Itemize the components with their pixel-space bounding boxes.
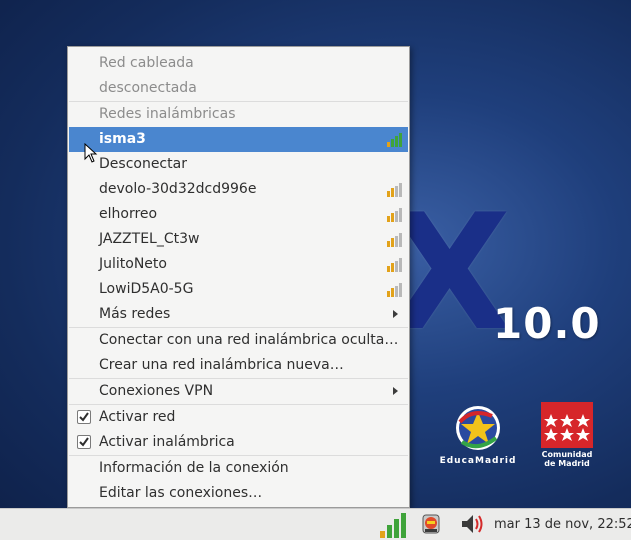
menu-item-label: Activar inalámbrica	[99, 434, 235, 450]
checkbox-checked-icon[interactable]	[77, 435, 91, 449]
connect-hidden-network-item[interactable]: Conectar con una red inalámbrica oculta…	[69, 328, 408, 353]
network-menu: Red cableada desconectada Redes inalámbr…	[67, 46, 410, 508]
signal-full-icon	[387, 133, 402, 147]
submenu-arrow-icon	[393, 387, 398, 395]
menu-item-label: desconectada	[99, 80, 197, 96]
menu-item-label: JAZZTEL_Ct3w	[99, 231, 200, 247]
menu-item-label: devolo-30d32dcd996e	[99, 181, 257, 197]
signal-low-icon	[387, 208, 402, 222]
menu-header-wireless: Redes inalámbricas	[69, 102, 408, 127]
menu-item-label: Editar las conexiones…	[99, 485, 263, 501]
menu-item-label: isma3	[99, 131, 146, 147]
connection-info-item[interactable]: Información de la conexión	[69, 456, 408, 481]
clock[interactable]: mar 13 de nov, 22:52	[494, 509, 631, 540]
menu-item-label: Desconectar	[99, 156, 187, 172]
menu-item-label: Conexiones VPN	[99, 383, 214, 399]
signal-low-icon	[387, 258, 402, 272]
signal-low-icon	[387, 233, 402, 247]
wifi-network-lowi[interactable]: LowiD5A0-5G	[69, 277, 408, 302]
enable-networking-toggle[interactable]: Activar red	[69, 405, 408, 430]
menu-item-label: Red cableada	[99, 55, 194, 71]
update-notifier-icon[interactable]	[420, 511, 442, 537]
mouse-pointer-icon	[84, 143, 98, 163]
vpn-connections-submenu[interactable]: Conexiones VPN	[69, 379, 408, 404]
menu-item-label: Conectar con una red inalámbrica oculta…	[99, 332, 399, 348]
wifi-network-jazztel[interactable]: JAZZTEL_Ct3w	[69, 227, 408, 252]
more-networks-submenu[interactable]: Más redes	[69, 302, 408, 327]
checkbox-checked-icon[interactable]	[77, 410, 91, 424]
menu-item-label: Redes inalámbricas	[99, 106, 236, 122]
wifi-network-elhorreo[interactable]: elhorreo	[69, 202, 408, 227]
comunidad-madrid-label: Comunidad de Madrid	[530, 450, 604, 468]
comunidad-label-line1: Comunidad	[541, 450, 593, 459]
wifi-network-devolo[interactable]: devolo-30d32dcd996e	[69, 177, 408, 202]
educamadrid-label: EducaMadrid	[439, 456, 517, 466]
volume-icon[interactable]	[460, 511, 488, 537]
disconnect-item[interactable]: Desconectar	[69, 152, 408, 177]
menu-item-label: JulitoNeto	[99, 256, 167, 272]
create-wireless-network-item[interactable]: Crear una red inalámbrica nueva…	[69, 353, 408, 378]
signal-low-icon	[387, 183, 402, 197]
enable-wireless-toggle[interactable]: Activar inalámbrica	[69, 430, 408, 455]
edit-connections-item[interactable]: Editar las conexiones…	[69, 481, 408, 506]
menu-item-label: elhorreo	[99, 206, 158, 222]
menu-item-label: Información de la conexión	[99, 460, 289, 476]
wifi-network-isma3[interactable]: isma3	[69, 127, 408, 152]
menu-header-wired: Red cableada	[69, 51, 408, 76]
menu-item-label: Activar red	[99, 409, 176, 425]
menu-item-label: Más redes	[99, 306, 171, 322]
menu-item-label: Crear una red inalámbrica nueva…	[99, 357, 344, 373]
submenu-arrow-icon	[393, 310, 398, 318]
wifi-network-julitoneto[interactable]: JulitoNeto	[69, 252, 408, 277]
menu-item-label: LowiD5A0-5G	[99, 281, 194, 297]
brand-version: 10.0	[493, 299, 601, 348]
comunidad-label-line2: de Madrid	[544, 459, 590, 468]
menu-status-wired: desconectada	[69, 76, 408, 101]
signal-low-icon	[387, 283, 402, 297]
taskbar: mar 13 de nov, 22:52	[0, 508, 631, 540]
wifi-signal-icon[interactable]	[378, 511, 408, 539]
